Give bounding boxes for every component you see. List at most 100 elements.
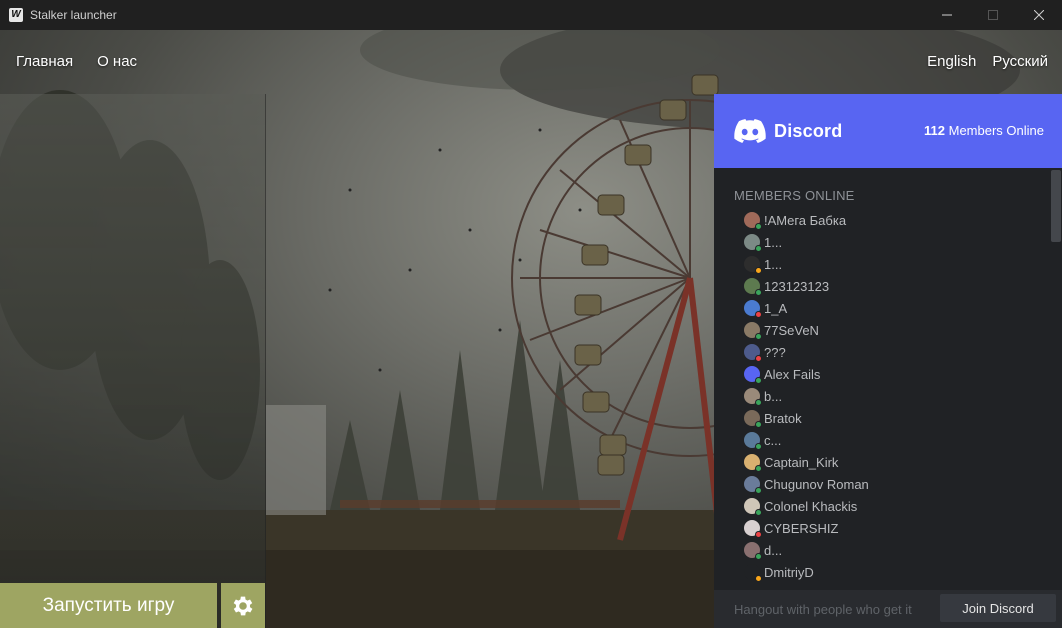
discord-header: Discord 112 Members Online — [714, 94, 1062, 168]
member-list: !AMега Бабка 1... 1... 123123123 1_A 77SeVeN?… — [714, 209, 1062, 583]
nav-home-link[interactable]: Главная — [16, 53, 73, 70]
status-indicator — [755, 355, 762, 362]
member-name: d... — [764, 542, 783, 558]
settings-button[interactable] — [221, 583, 265, 628]
status-indicator — [755, 575, 762, 582]
member-item[interactable]: 123123123 — [714, 275, 1062, 297]
member-name: c... — [764, 432, 782, 448]
status-indicator — [755, 311, 762, 318]
avatar — [744, 322, 762, 340]
member-name: CYBERSHIZ — [764, 520, 839, 536]
member-name: b... — [764, 388, 783, 404]
avatar — [744, 234, 762, 252]
status-indicator — [755, 465, 762, 472]
nav-about-link[interactable]: О нас — [97, 53, 137, 70]
member-name: Bratok — [764, 410, 802, 426]
maximize-icon — [988, 10, 998, 20]
member-item[interactable]: 1... — [714, 231, 1062, 253]
window-title: Stalker launcher — [30, 8, 117, 22]
app-icon: W — [9, 8, 23, 22]
member-item[interactable]: 1_A — [714, 297, 1062, 319]
status-indicator — [755, 509, 762, 516]
avatar — [744, 366, 762, 384]
member-item[interactable]: !AMега Бабка — [714, 209, 1062, 231]
avatar — [744, 498, 762, 516]
avatar — [744, 278, 762, 296]
join-discord-button[interactable]: Join Discord — [940, 594, 1056, 622]
member-list-scrollbar[interactable] — [1051, 170, 1061, 242]
status-indicator — [755, 399, 762, 406]
maximize-button[interactable] — [970, 0, 1016, 30]
avatar — [744, 476, 762, 494]
discord-brand: Discord — [774, 120, 843, 141]
avatar — [744, 520, 762, 538]
member-name: Chugunov Roman — [764, 476, 869, 492]
member-name: 77SeVeN — [764, 322, 819, 338]
avatar — [744, 212, 762, 230]
status-indicator — [755, 245, 762, 252]
language-switcher: English Русский — [927, 53, 1048, 70]
lang-russian-link[interactable]: Русский — [992, 53, 1048, 70]
member-item[interactable]: 77SeVeN — [714, 319, 1062, 341]
member-name: !AMега Бабка — [764, 212, 847, 228]
status-indicator — [755, 377, 762, 384]
member-name: Captain_Kirk — [764, 454, 839, 470]
member-item[interactable]: DmitriyD — [714, 561, 1062, 583]
member-name: Alex Fails — [764, 366, 821, 382]
member-name: Colonel Khackis — [764, 498, 858, 514]
status-indicator — [755, 531, 762, 538]
members-section-title: MEMBERS ONLINE — [734, 188, 855, 203]
avatar — [744, 564, 762, 582]
avatar — [744, 454, 762, 472]
avatar — [744, 300, 762, 318]
status-indicator — [755, 421, 762, 428]
launch-game-button[interactable]: Запустить игру — [0, 583, 217, 628]
status-indicator — [755, 333, 762, 340]
status-indicator — [755, 487, 762, 494]
member-item[interactable]: CYBERSHIZ — [714, 517, 1062, 539]
member-item[interactable]: Colonel Khackis — [714, 495, 1062, 517]
gear-icon — [233, 596, 253, 615]
close-button[interactable] — [1016, 0, 1062, 30]
lang-english-link[interactable]: English — [927, 53, 976, 70]
avatar — [744, 344, 762, 362]
online-count-number: 112 — [924, 123, 945, 138]
online-count-label: Members Online — [948, 123, 1044, 138]
avatar — [744, 410, 762, 428]
discord-widget: Discord 112 Members Online MEMBERS ONLIN… — [714, 94, 1062, 628]
online-count: 112 Members Online — [924, 123, 1044, 138]
status-indicator — [755, 553, 762, 560]
member-name: DmitriyD — [764, 564, 814, 580]
member-name: 1... — [764, 234, 783, 250]
member-name: ??? — [764, 344, 786, 360]
member-item[interactable]: 1... — [714, 253, 1062, 275]
close-icon — [1034, 10, 1044, 20]
status-indicator — [755, 443, 762, 450]
minimize-button[interactable] — [924, 0, 970, 30]
discord-logo-icon — [734, 119, 766, 143]
member-item[interactable]: d... — [714, 539, 1062, 561]
member-name: 1_A — [764, 300, 788, 316]
member-item[interactable]: Captain_Kirk — [714, 451, 1062, 473]
window-controls — [924, 0, 1062, 30]
member-item[interactable]: Chugunov Roman — [714, 473, 1062, 495]
member-name: 123123123 — [764, 278, 830, 294]
avatar — [744, 432, 762, 450]
avatar — [744, 542, 762, 560]
discord-tagline: Hangout with people who get it — [734, 601, 912, 617]
avatar — [744, 256, 762, 274]
discord-footer: Hangout with people who get it Join Disc… — [714, 590, 1062, 628]
member-item[interactable]: c... — [714, 429, 1062, 451]
status-indicator — [755, 267, 762, 274]
member-item[interactable]: b... — [714, 385, 1062, 407]
title-bar: W Stalker launcher — [0, 0, 1062, 30]
member-item[interactable]: ??? — [714, 341, 1062, 363]
left-panel-overlay — [0, 94, 266, 628]
status-indicator — [755, 223, 762, 230]
member-item[interactable]: Alex Fails — [714, 363, 1062, 385]
member-item[interactable]: Bratok — [714, 407, 1062, 429]
status-indicator — [755, 289, 762, 296]
main-nav: Главная О нас — [16, 53, 137, 70]
member-name: 1... — [764, 256, 783, 272]
avatar — [744, 388, 762, 406]
